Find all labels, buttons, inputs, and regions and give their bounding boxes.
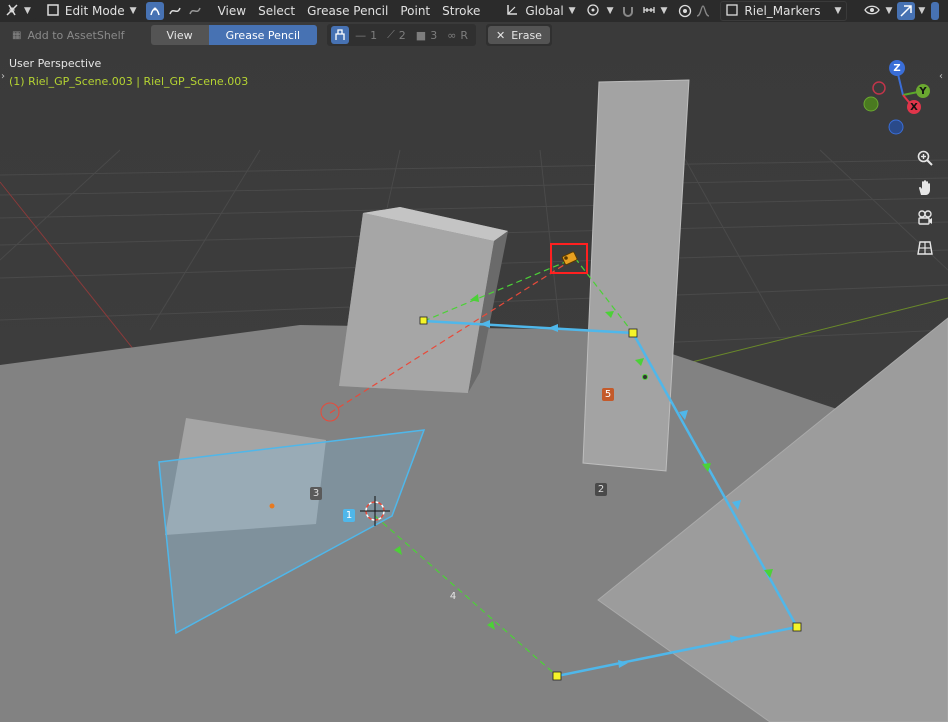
pivot-dropdown[interactable]: ▼ (580, 2, 619, 20)
view-perspective-label: User Perspective (9, 57, 102, 70)
header-tabs: View Grease Pencil (150, 25, 318, 45)
marker-label-2: 2 (595, 483, 607, 496)
slot-2-label: 2 (398, 28, 406, 42)
marker-label-3: 3 (310, 487, 322, 500)
slot-3[interactable]: ■ 3 (412, 29, 441, 42)
editor-type-dropdown[interactable]: ▼ (0, 2, 36, 20)
menu-point[interactable]: Point (394, 2, 436, 20)
menu-select[interactable]: Select (252, 2, 301, 20)
active-object-info: (1) Riel_GP_Scene.003 | Riel_GP_Scene.00… (9, 75, 249, 88)
line-icon: — (355, 28, 367, 42)
tab-grease-pencil[interactable]: Grease Pencil (208, 25, 318, 45)
overlay-chevron-icon[interactable]: ▼ (918, 6, 925, 16)
marker-label-5: 5 (602, 388, 614, 401)
mode-dropdown[interactable]: Edit Mode ▼ (41, 2, 142, 20)
gizmo-z-label: Z (893, 63, 901, 74)
menu-stroke[interactable]: Stroke (436, 2, 486, 20)
select-mode-icon[interactable] (145, 2, 164, 20)
header-bar: ▼ Edit Mode ▼ View Select Grease Pencil … (0, 0, 948, 22)
erase-wrap: ✕ Erase (486, 24, 552, 46)
object-label: Riel_Markers (744, 4, 821, 18)
zoom-icon[interactable] (913, 146, 937, 170)
slot-r-label: R (460, 28, 469, 42)
falloff-icon[interactable] (694, 2, 712, 20)
add-to-asset-shelf-button[interactable]: ▦ Add to AssetShelf (4, 26, 133, 44)
viewport-canvas[interactable] (0, 0, 948, 722)
gizmo-toggle-icon[interactable] (931, 2, 940, 20)
visibility-icon (864, 3, 881, 20)
origin-dot (269, 503, 275, 509)
sidebar-expand-icon[interactable]: ‹ (939, 71, 943, 82)
slot-3-label: 3 (430, 28, 438, 42)
erase-button[interactable]: ✕ Erase (488, 26, 550, 44)
layer-icon (726, 3, 739, 19)
gizmo-x-label: X (910, 102, 918, 113)
segment-select-icon[interactable] (186, 2, 204, 20)
toolbar-expand-icon[interactable]: › (1, 71, 5, 82)
slot-2[interactable]: ⟋ 2 (383, 28, 410, 42)
orientation-label: Global (525, 4, 564, 18)
square-icon: ■ (415, 28, 427, 42)
magnet-icon (642, 3, 656, 20)
sidebar-toggle-icon: ▦ (12, 29, 22, 41)
erase-label: Erase (511, 28, 542, 42)
gizmo-y-label: Y (919, 86, 927, 97)
visibility-dropdown[interactable]: ▼ (859, 2, 898, 20)
diagonal-icon: ⟋ (387, 28, 395, 41)
editor-type-icon (5, 3, 19, 20)
brush-slots: —1 ⟋ 2 ■ 3 ∞ R (327, 24, 477, 46)
marker-label-1: 1 (343, 509, 355, 522)
snap-target-dropdown[interactable]: ▼ (636, 2, 673, 20)
link-icon: ∞ (447, 28, 457, 42)
menu-grease-pencil[interactable]: Grease Pencil (301, 2, 394, 20)
erase-icon: ✕ (496, 28, 506, 42)
overlay-icon[interactable] (897, 2, 916, 20)
snap-icon[interactable] (619, 2, 637, 20)
grid-icon[interactable] (913, 236, 937, 260)
stroke-select-icon[interactable] (166, 2, 184, 20)
brush-icon[interactable] (331, 26, 350, 44)
hand-icon[interactable] (913, 176, 937, 200)
object-type-icon (47, 3, 59, 19)
add-to-asset-shelf-label: Add to AssetShelf (27, 28, 125, 42)
menu-view[interactable]: View (212, 2, 252, 20)
marker-label-4: 4 (449, 591, 457, 602)
orientation-icon (505, 3, 519, 20)
slot-r[interactable]: ∞ R (443, 29, 472, 42)
proportional-icon[interactable] (676, 2, 694, 20)
slot-1[interactable]: —1 (351, 29, 381, 42)
slot-1-label: 1 (370, 28, 378, 42)
object-dropdown[interactable]: Riel_Markers ▼ (720, 1, 848, 21)
tool-settings-bar: ▦ Add to AssetShelf View Grease Pencil —… (4, 24, 552, 46)
orientation-dropdown[interactable]: Global ▼ (500, 2, 581, 20)
camera-icon[interactable] (913, 206, 937, 230)
tab-view[interactable]: View (150, 25, 209, 45)
pivot-icon (586, 3, 602, 20)
mode-label: Edit Mode (64, 4, 125, 18)
